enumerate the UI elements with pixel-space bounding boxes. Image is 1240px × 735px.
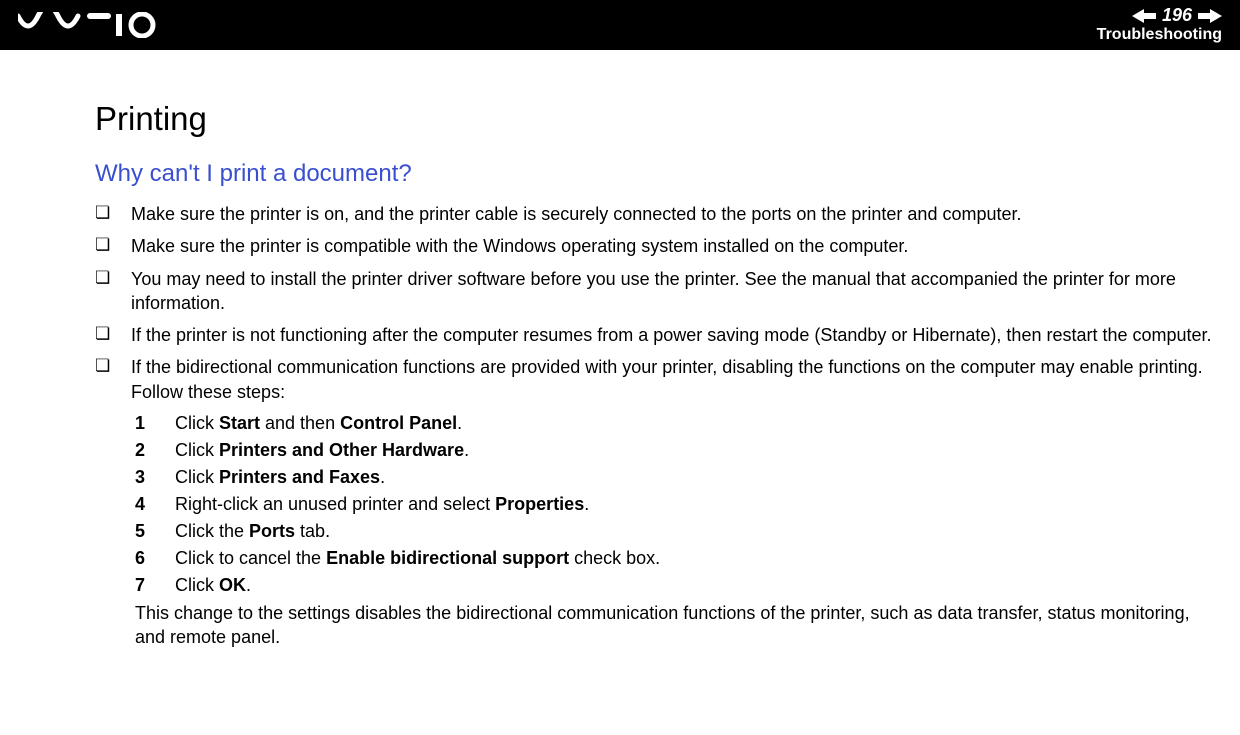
bullet-list: Make sure the printer is on, and the pri… [95, 202, 1212, 650]
step-item: Right-click an unused printer and select… [135, 491, 1212, 518]
header-right: 196 Troubleshooting [1097, 6, 1222, 43]
trailing-note: This change to the settings disables the… [135, 601, 1212, 650]
page-content: Printing Why can't I print a document? M… [0, 50, 1240, 676]
section-label: Troubleshooting [1097, 26, 1222, 44]
bullet-item: If the printer is not functioning after … [95, 323, 1212, 347]
page-title: Printing [95, 100, 1212, 138]
bullet-item: Make sure the printer is compatible with… [95, 234, 1212, 258]
step-item: Click OK. [135, 572, 1212, 599]
question-heading: Why can't I print a document? [95, 160, 1212, 188]
steps-list: Click Start and then Control Panel. Clic… [135, 410, 1212, 599]
bullet-item: You may need to install the printer driv… [95, 267, 1212, 316]
prev-page-arrow[interactable] [1132, 9, 1156, 23]
next-page-arrow[interactable] [1198, 9, 1222, 23]
header-bar: 196 Troubleshooting [0, 0, 1240, 50]
step-item: Click Start and then Control Panel. [135, 410, 1212, 437]
step-item: Click Printers and Other Hardware. [135, 437, 1212, 464]
step-item: Click to cancel the Enable bidirectional… [135, 545, 1212, 572]
step-item: Click the Ports tab. [135, 518, 1212, 545]
step-item: Click Printers and Faxes. [135, 464, 1212, 491]
page-number: 196 [1162, 6, 1192, 26]
vaio-logo [18, 12, 158, 38]
bullet-item: Make sure the printer is on, and the pri… [95, 202, 1212, 226]
bullet-text: If the bidirectional communication funct… [131, 357, 1203, 401]
page-nav: 196 [1097, 6, 1222, 26]
bullet-item: If the bidirectional communication funct… [95, 355, 1212, 649]
vaio-logo-svg [18, 12, 158, 38]
